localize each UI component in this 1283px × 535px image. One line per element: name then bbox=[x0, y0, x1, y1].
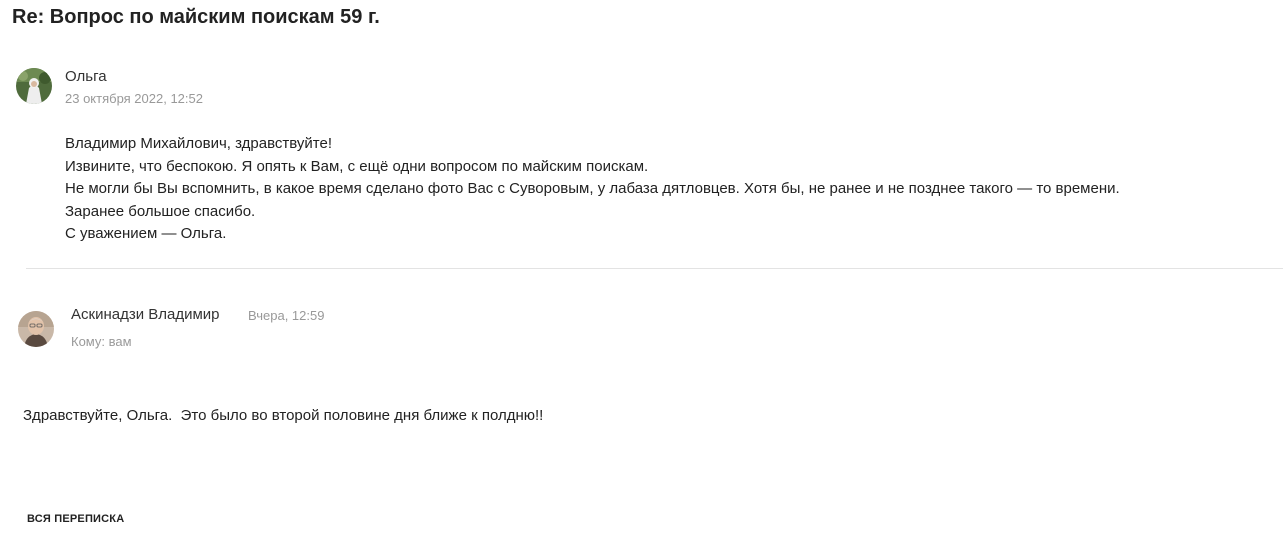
sender-avatar[interactable] bbox=[16, 68, 52, 104]
sender-name[interactable]: Аскинадзи Владимир bbox=[71, 306, 220, 323]
message-divider bbox=[26, 268, 1283, 269]
message-subject: Re: Вопрос по майским поискам 59 г. bbox=[12, 6, 380, 28]
message-line: Извините, что беспокою. Я опять к Вам, с… bbox=[65, 157, 649, 175]
message-line: Заранее большое спасибо. bbox=[65, 202, 256, 220]
message-body: Здравствуйте, Ольга. Это было во второй … bbox=[23, 407, 544, 424]
message-line: Владимир Михайлович, здравствуйте! bbox=[65, 135, 333, 152]
message-line: С уважением — Ольга. bbox=[65, 225, 227, 242]
recipient-line[interactable]: Кому: вам bbox=[71, 334, 132, 349]
all-thread-link[interactable]: ВСЯ ПЕРЕПИСКА bbox=[27, 513, 124, 525]
message-line: Не могли бы Вы вспомнить, в какое время … bbox=[65, 180, 1120, 197]
sender-avatar[interactable] bbox=[18, 311, 54, 347]
user-photo-icon bbox=[16, 68, 52, 104]
sender-name[interactable]: Ольга bbox=[65, 68, 107, 85]
user-photo-icon bbox=[18, 311, 54, 347]
message-date: 23 октября 2022, 12:52 bbox=[65, 91, 203, 106]
message-body: Владимир Михайлович, здравствуйте! Извин… bbox=[65, 133, 1120, 246]
message-date: Вчера, 12:59 bbox=[248, 308, 325, 323]
